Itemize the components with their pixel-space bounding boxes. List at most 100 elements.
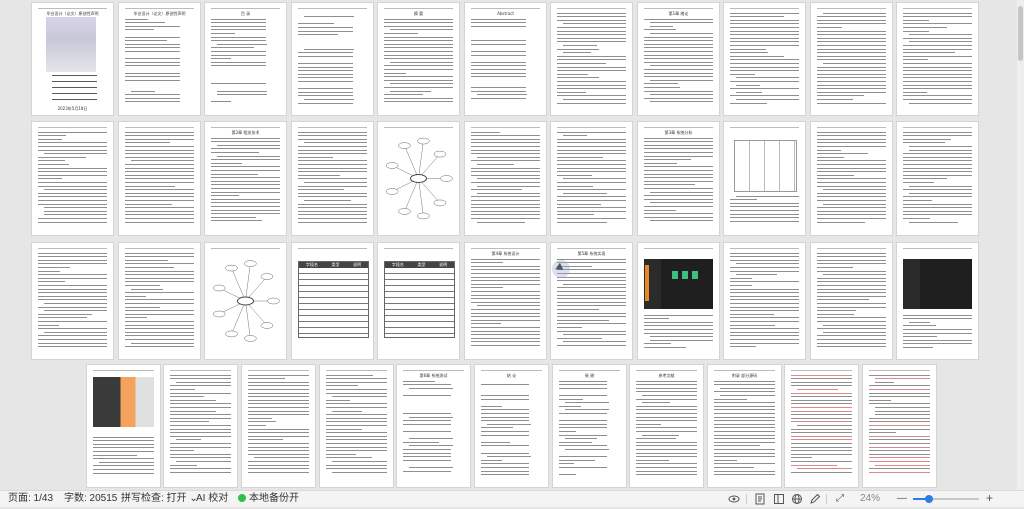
text-line [730,281,799,282]
text-line [644,184,695,185]
text-line [730,49,766,50]
text-line [650,101,713,102]
page-thumbnail[interactable]: 目 录 [205,3,286,115]
vertical-scrollbar[interactable] [1017,0,1024,490]
page-thumbnail[interactable] [465,122,546,235]
write-mode-icon[interactable] [809,493,821,505]
page-thumbnail[interactable]: 第2章 相关技术 [205,122,286,235]
text-line [869,396,930,397]
text-line [93,447,154,448]
text-line [125,47,180,48]
text-line [817,99,853,100]
page-thumbnail[interactable]: 第6章 系统测试 [397,365,470,487]
text-line [817,31,886,32]
text-line [903,340,972,341]
text-line [298,27,353,28]
text-line [403,449,451,450]
page-indicator[interactable]: 页面: 1/43 [8,492,53,506]
page-thumbnail[interactable]: 字段名 类型 说明 [292,243,373,359]
fit-screen-icon[interactable]: ⤢ [834,493,846,505]
page-thumbnail[interactable] [119,122,200,235]
page-thumbnail[interactable] [897,243,978,359]
text-line [644,19,713,20]
local-backup-status[interactable]: 本地备份开 [238,492,299,506]
page-thumbnail[interactable] [378,122,459,235]
page-thumbnail[interactable] [292,122,373,235]
page-thumbnail[interactable] [292,3,373,115]
web-view-icon[interactable] [791,493,803,505]
page-thumbnail[interactable] [863,365,936,487]
text-line [44,189,107,190]
text-line [326,436,387,437]
text-line [817,85,886,86]
page-thumbnail[interactable] [205,243,286,359]
page-thumbnail[interactable] [897,122,978,235]
page-thumbnail-grid[interactable]: 毕业设计（论文）原创性声明 2023年5月18日 毕业设计（论文）原创性声明 目 录 摘… [0,0,1017,490]
page-thumbnail[interactable]: 致 谢 [553,365,626,487]
text-line [557,182,626,183]
page-header-line [384,248,453,249]
page-thumbnail[interactable] [164,365,237,487]
page-thumbnail[interactable]: 参考文献 [630,365,703,487]
outline-view-icon[interactable] [773,493,785,505]
text-line [471,22,526,23]
text-line [125,94,180,95]
text-line [644,199,713,200]
text-line [869,403,930,404]
page-thumbnail[interactable]: 第3章 系统分析 [638,122,719,235]
zoom-out-icon[interactable]: — [897,492,907,506]
text-line [298,193,367,194]
zoom-percent[interactable]: 24% [860,492,880,506]
page-thumbnail[interactable] [638,243,719,359]
page-thumbnail[interactable]: Abstract [465,3,546,115]
text-line [38,171,107,172]
page-thumbnail[interactable] [724,243,805,359]
text-line [644,177,713,178]
page-thumbnail[interactable] [811,122,892,235]
text-line [791,385,852,386]
page-view-icon[interactable] [754,493,766,505]
text-line [471,76,526,77]
text-line [481,395,529,396]
page-thumbnail[interactable] [242,365,315,487]
zoom-slider-knob[interactable] [925,495,933,503]
page-thumbnail[interactable] [811,3,892,115]
text-line [636,438,676,439]
page-thumbnail[interactable] [724,122,805,235]
page-thumbnail[interactable] [320,365,393,487]
page-thumbnail[interactable] [551,122,632,235]
text-line [797,389,838,390]
page-thumbnail[interactable] [551,3,632,115]
page-thumbnail[interactable] [897,3,978,115]
ai-proofread-button[interactable]: AI 校对 [196,492,228,506]
page-thumbnail[interactable]: 毕业设计（论文）原创性声明 [119,3,200,115]
eye-icon[interactable] [728,493,740,505]
scrollbar-thumb[interactable] [1018,6,1023,61]
page-thumbnail[interactable] [724,3,805,115]
text-line [125,168,194,169]
page-thumbnail[interactable] [785,365,858,487]
page-thumbnail[interactable]: 字段名 类型 说明 [378,243,459,359]
spell-check-toggle[interactable]: 拼写检查: 打开 ⌄ [121,492,198,506]
page-thumbnail[interactable] [811,243,892,359]
page-thumbnail[interactable]: 摘 要 [378,3,459,115]
page-thumbnail[interactable]: 第1章 绪论 [638,3,719,115]
page-title: 第2章 相关技术 [231,130,260,135]
page-thumbnail[interactable] [32,122,113,235]
text-line [326,457,372,458]
cover-field-line [52,99,97,100]
text-line [125,62,180,63]
page-thumbnail[interactable]: 附录 部分源码 [708,365,781,487]
zoom-slider[interactable] [913,495,979,503]
page-thumbnail[interactable] [119,243,200,359]
page-thumbnail[interactable]: 第4章 系统设计 [465,243,546,359]
zoom-in-icon[interactable]: + [986,491,993,505]
page-thumbnail[interactable] [32,243,113,359]
page-thumbnail[interactable]: 结 论 [475,365,548,487]
text-line [817,146,886,147]
word-count[interactable]: 字数: 20515 [64,492,117,506]
text-line [559,442,592,443]
page-thumbnail[interactable] [87,365,160,487]
page-thumbnail[interactable]: 毕业设计（论文）原创性声明 2023年5月18日 [32,3,113,115]
text-line [125,335,194,336]
